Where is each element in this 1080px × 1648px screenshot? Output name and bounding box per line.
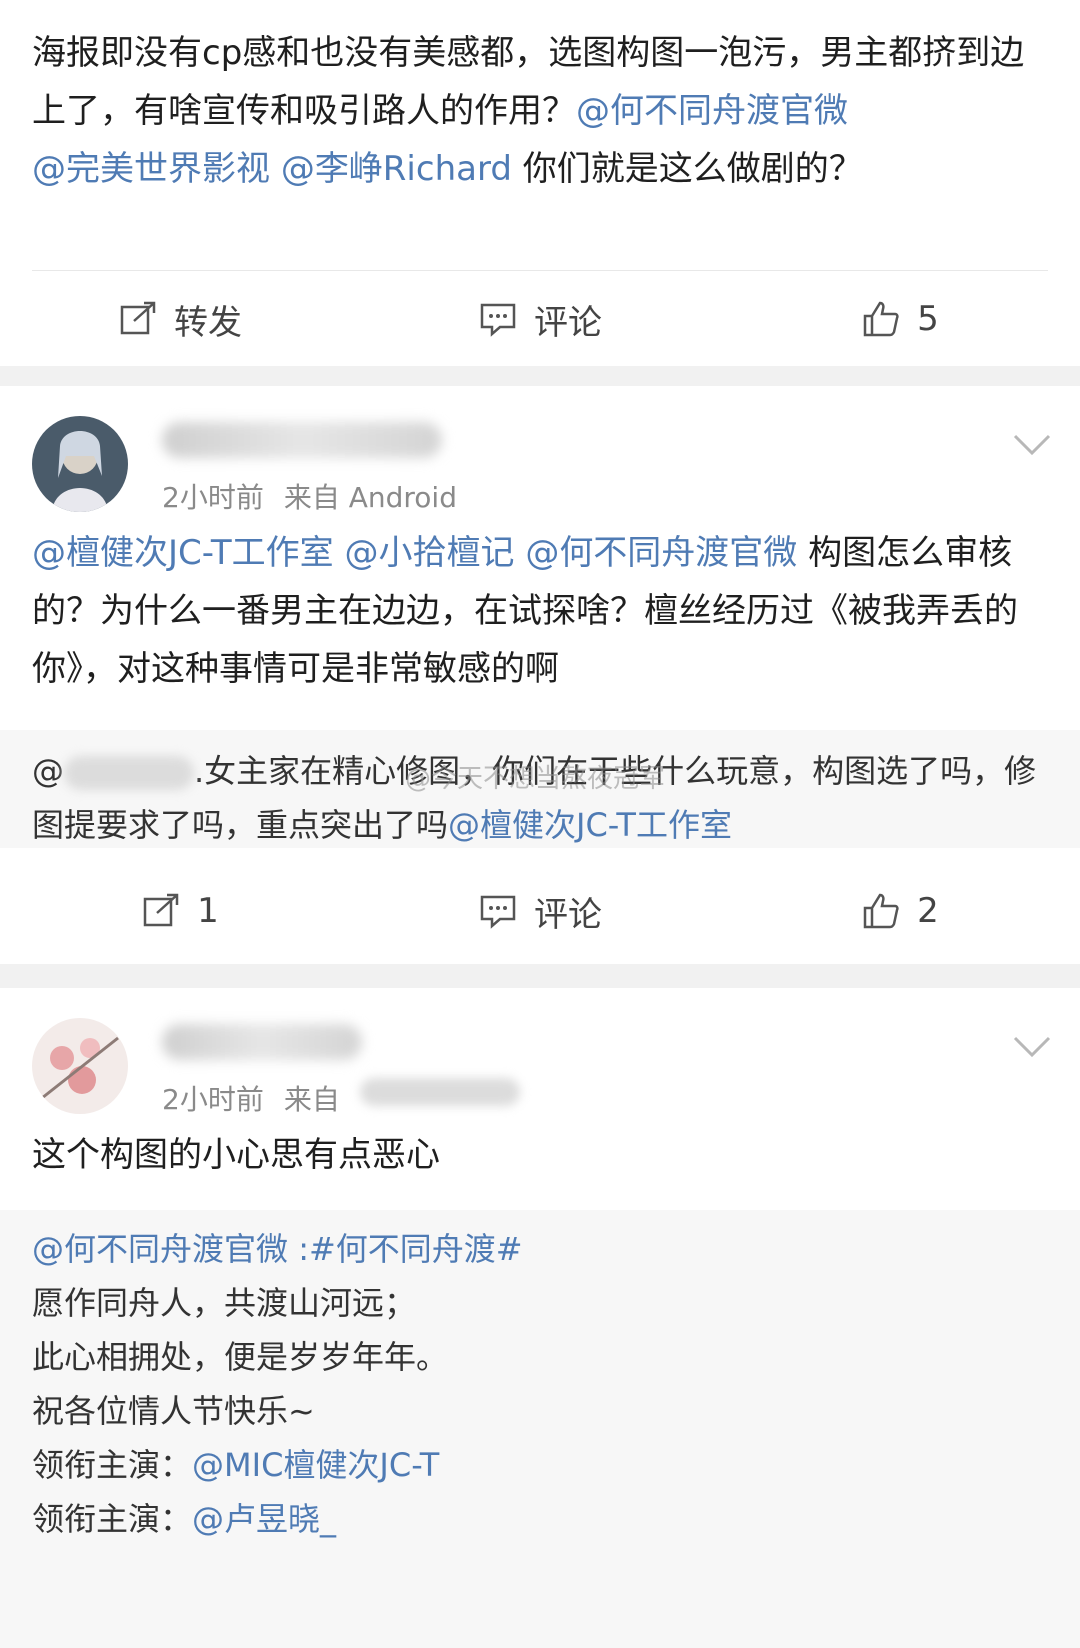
like-count: 5 xyxy=(917,299,939,339)
post-1-actions: 转发 评论 5 xyxy=(0,272,1080,366)
post-3-body: 这个构图的小心思有点恶心 xyxy=(32,1135,440,1175)
blurred-source xyxy=(359,1078,520,1106)
quoted-repost[interactable]: @何不同舟渡官微 :#何不同舟渡# 愿作同舟人，共渡山河远； 此心相拥处，便是岁… xyxy=(0,1210,1080,1648)
mention-link[interactable]: @檀健次JC-T工作室 xyxy=(448,806,732,844)
comment-button[interactable]: 评论 xyxy=(360,887,720,936)
post-1-text: 海报即没有cp感和也没有美感都，选图构图一泡污，男主都挤到边上了，有啥宣传和吸引… xyxy=(0,0,1080,198)
like-button[interactable]: 2 xyxy=(720,891,1080,931)
watermark: @今天不想当熬夜冠军 xyxy=(405,764,666,794)
blurred-username[interactable] xyxy=(162,422,442,458)
post-source: 来自 xyxy=(283,1083,340,1116)
repost-button[interactable]: 1 xyxy=(0,891,360,931)
avatar[interactable] xyxy=(32,416,128,512)
repost-icon xyxy=(143,893,179,927)
quote-line: 祝各位情人节快乐~ xyxy=(32,1392,315,1430)
post-2-actions: 1 评论 2 xyxy=(0,864,1080,958)
mention-link[interactable]: @李峥Richard xyxy=(281,149,512,189)
blurred-username[interactable] xyxy=(64,756,194,790)
mention-link[interactable]: @MIC檀健次JC-T xyxy=(192,1446,439,1484)
divider xyxy=(32,270,1048,271)
post-2-text: @檀健次JC-T工作室 @小拾檀记 @何不同舟渡官微 构图怎么审核的？为什么一番… xyxy=(0,508,1080,698)
mention-link[interactable]: @卢昱晓_ xyxy=(192,1500,336,1538)
lead-label: 领衔主演： xyxy=(32,1446,193,1484)
thumbs-up-icon xyxy=(863,301,899,337)
post-3-text: 这个构图的小心思有点恶心 xyxy=(0,1110,1080,1214)
avatar[interactable] xyxy=(32,1018,128,1114)
quote-line: 此心相拥处，便是岁岁年年。 xyxy=(32,1338,449,1376)
blurred-username[interactable] xyxy=(162,1024,362,1060)
repost-icon xyxy=(120,301,156,335)
comment-label: 评论 xyxy=(534,894,602,935)
comment-label: 评论 xyxy=(534,302,602,343)
post-3-header: 2小时前 来自 xyxy=(0,988,1080,1116)
post-1: 海报即没有cp感和也没有美感都，选图构图一泡污，男主都挤到边上了，有啥宣传和吸引… xyxy=(0,0,1080,366)
lead-label: 领衔主演： xyxy=(32,1500,193,1538)
quote-line: 愿作同舟人，共渡山河远； xyxy=(32,1284,417,1322)
chevron-down-icon[interactable] xyxy=(1012,432,1052,458)
repost-label: 转发 xyxy=(174,302,242,343)
post-2: 2小时前 来自 Android @檀健次JC-T工作室 @小拾檀记 @何不同舟渡… xyxy=(0,386,1080,964)
post-2-header: 2小时前 来自 Android xyxy=(0,386,1080,514)
comment-button[interactable]: 评论 xyxy=(360,295,720,344)
post-3: 2小时前 来自 这个构图的小心思有点恶心 @何不同舟渡官微 :#何不同舟渡# 愿… xyxy=(0,988,1080,1648)
thumbs-up-icon xyxy=(863,893,899,929)
post-source: 来自 Android xyxy=(283,481,457,514)
chevron-down-icon[interactable] xyxy=(1012,1034,1052,1060)
post-time: 2小时前 xyxy=(162,481,264,514)
mention-link[interactable]: @小拾檀记 xyxy=(345,533,515,573)
post-time: 2小时前 xyxy=(162,1083,264,1116)
mention-link[interactable]: @何不同舟渡官微 xyxy=(525,533,797,573)
mention-link[interactable]: @完美世界影视 xyxy=(32,149,270,189)
mention-link[interactable]: @檀健次JC-T工作室 xyxy=(32,533,334,573)
post-1-body: 海报即没有cp感和也没有美感都，选图构图一泡污，男主都挤到边上了，有啥宣传和吸引… xyxy=(32,33,1025,131)
like-button[interactable]: 5 xyxy=(720,299,1080,339)
hashtag-link[interactable]: :#何不同舟渡# xyxy=(288,1230,522,1268)
comment-icon xyxy=(480,895,516,929)
comment-icon xyxy=(480,303,516,337)
repost-button[interactable]: 转发 xyxy=(0,295,360,344)
repost-count: 1 xyxy=(197,891,219,931)
post-1-tail: 你们就是这么做剧的？ xyxy=(511,149,863,189)
separator xyxy=(0,964,1080,988)
mention-link[interactable]: @何不同舟渡官微 xyxy=(32,1230,288,1268)
quote-prefix: @ xyxy=(32,752,64,790)
mention-link[interactable]: @何不同舟渡官微 xyxy=(576,91,848,131)
like-count: 2 xyxy=(917,891,939,931)
